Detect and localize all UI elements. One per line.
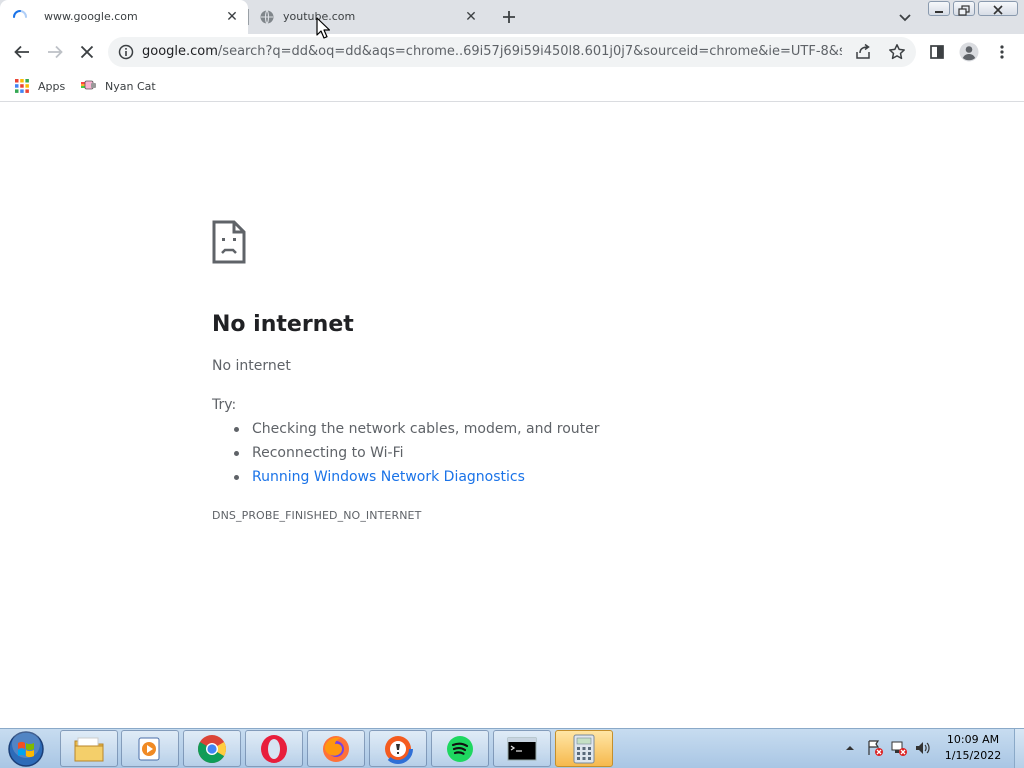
address-bar[interactable]: google.com/search?q=dd&oq=dd&aqs=chrome.… <box>108 37 916 67</box>
profile-button[interactable] <box>958 41 980 63</box>
avatar-icon <box>959 42 979 62</box>
try-label: Try: <box>212 397 237 413</box>
back-button[interactable] <box>11 41 33 63</box>
windows-logo-icon <box>8 730 44 767</box>
taskbar-opera[interactable] <box>245 730 303 767</box>
taskbar-command-prompt[interactable] <box>493 730 551 767</box>
url-path: /search?q=dd&oq=dd&aqs=chrome..69i57j69i… <box>217 44 842 59</box>
error-page: No internet No internet Try: Checking th… <box>0 102 1024 728</box>
stop-icon <box>80 45 94 59</box>
mouse-cursor-icon <box>316 17 330 39</box>
suggestion-list: Checking the network cables, modem, and … <box>234 420 600 492</box>
cmd-icon <box>507 737 537 760</box>
taskbar-file-explorer[interactable] <box>60 730 118 767</box>
star-icon[interactable] <box>888 43 906 61</box>
taskbar-spotify[interactable] <box>431 730 489 767</box>
minimize-icon <box>935 11 943 13</box>
action-center-flag-icon[interactable] <box>866 739 884 757</box>
stop-loading-button[interactable] <box>76 41 98 63</box>
bookmark-label: Apps <box>38 79 66 93</box>
apps-grid-icon <box>15 79 29 93</box>
tab-strip: www.google.com ✕ youtube.com ✕ <box>0 0 1024 34</box>
system-clock[interactable]: 10:09 AM 1/15/2022 <box>938 732 1008 764</box>
globe-icon <box>260 10 274 24</box>
screen: www.google.com ✕ youtube.com ✕ google.co… <box>0 0 1024 768</box>
clock-time: 10:09 AM <box>946 733 1000 746</box>
error-title: No internet <box>212 312 354 337</box>
error-subtitle: No internet <box>212 358 291 374</box>
close-icon[interactable]: ✕ <box>224 9 240 25</box>
share-icon[interactable] <box>854 43 872 61</box>
sad-document-icon <box>212 220 246 264</box>
taskbar-calculator[interactable] <box>555 730 613 767</box>
network-diagnostics-link[interactable]: Running Windows Network Diagnostics <box>234 468 600 492</box>
bookmark-label: Nyan Cat <box>105 79 156 93</box>
url-text[interactable]: google.com/search?q=dd&oq=dd&aqs=chrome.… <box>142 44 842 59</box>
system-tray <box>844 737 932 759</box>
plus-icon <box>503 11 515 23</box>
browser-toolbar: google.com/search?q=dd&oq=dd&aqs=chrome.… <box>0 34 1024 71</box>
suggestion-item: Checking the network cables, modem, and … <box>234 420 600 444</box>
forward-button[interactable] <box>44 41 66 63</box>
restore-icon <box>958 5 970 16</box>
clock-date: 1/15/2022 <box>944 749 1002 762</box>
bookmarks-bar: Apps Nyan Cat <box>0 71 1024 102</box>
close-window-button[interactable] <box>978 1 1018 16</box>
chrome-icon <box>198 734 226 763</box>
calculator-icon <box>573 734 595 763</box>
restore-button[interactable] <box>953 1 975 16</box>
suggestion-item: Reconnecting to Wi-Fi <box>234 444 600 468</box>
show-desktop-button[interactable] <box>1014 729 1024 768</box>
firefox-icon <box>323 735 349 762</box>
close-icon <box>993 5 1003 15</box>
taskbar-media-player[interactable] <box>121 730 179 767</box>
taskbar-avast-browser[interactable] <box>369 730 427 767</box>
menu-button[interactable] <box>991 41 1013 63</box>
taskbar-firefox[interactable] <box>307 730 365 767</box>
bookmark-nyan-cat[interactable]: Nyan Cat <box>81 77 156 95</box>
taskbar-chrome[interactable] <box>183 730 241 767</box>
start-button[interactable] <box>6 730 46 768</box>
nyan-cat-icon <box>81 80 96 90</box>
url-host: google.com <box>142 44 218 59</box>
error-code: DNS_PROBE_FINISHED_NO_INTERNET <box>212 509 422 522</box>
spotify-icon <box>447 735 473 762</box>
side-panel-icon <box>930 45 944 59</box>
tab-google[interactable]: www.google.com ✕ <box>0 0 248 34</box>
avast-icon <box>383 733 413 764</box>
bookmark-apps[interactable]: Apps <box>14 77 65 95</box>
network-disconnected-icon[interactable] <box>890 739 908 757</box>
media-player-icon <box>138 737 160 760</box>
tray-expand-icon[interactable] <box>844 742 856 754</box>
taskbar: 10:09 AM 1/15/2022 <box>0 728 1024 768</box>
tab-youtube[interactable]: youtube.com ✕ <box>249 0 487 34</box>
volume-icon[interactable] <box>914 739 932 757</box>
side-panel-button[interactable] <box>926 41 948 63</box>
more-vert-icon <box>1000 45 1004 59</box>
new-tab-button[interactable] <box>498 6 520 28</box>
tab-title: www.google.com <box>44 10 138 23</box>
chevron-down-icon[interactable] <box>896 8 914 26</box>
minimize-button[interactable] <box>928 1 950 16</box>
loading-spinner-icon <box>13 10 27 18</box>
folder-icon <box>74 737 104 761</box>
arrow-left-icon <box>14 45 29 59</box>
close-icon[interactable]: ✕ <box>463 9 479 25</box>
arrow-right-icon <box>48 45 63 59</box>
info-icon[interactable] <box>118 44 134 60</box>
opera-icon <box>261 734 287 763</box>
